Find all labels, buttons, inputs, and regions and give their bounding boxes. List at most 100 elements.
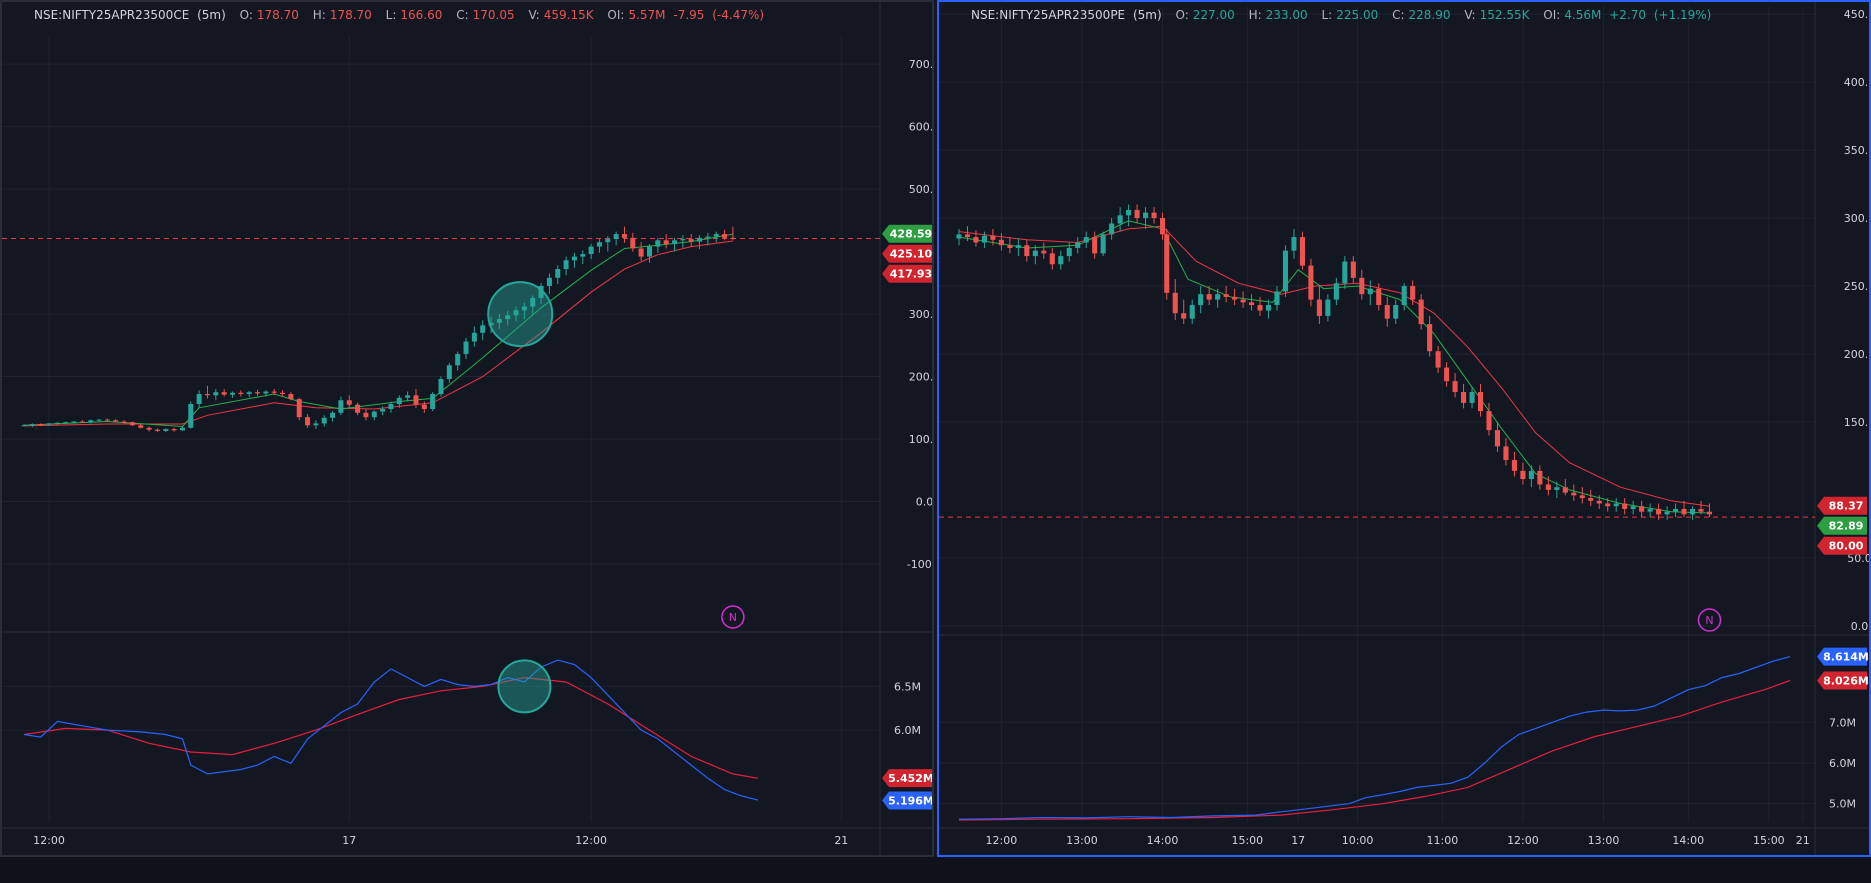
put-high-label: H: bbox=[1248, 8, 1262, 22]
put-price-badge: 80.00 bbox=[1829, 540, 1864, 553]
put-candle-body bbox=[1316, 299, 1322, 316]
put-candle-body bbox=[1109, 223, 1115, 235]
put-price-badge: 88.37 bbox=[1829, 500, 1864, 513]
put-low: 225.00 bbox=[1336, 8, 1379, 22]
call-candle-body bbox=[238, 392, 244, 395]
call-candle-body bbox=[571, 256, 577, 261]
call-close: 170.05 bbox=[472, 8, 515, 22]
put-candle-body bbox=[1015, 245, 1021, 248]
put-time-tick: 15:00 bbox=[1753, 834, 1785, 847]
put-ema-slow-line bbox=[958, 225, 1710, 507]
call-candle-body bbox=[705, 236, 711, 238]
put-candle-body bbox=[1058, 256, 1064, 265]
call-candle-body bbox=[313, 423, 319, 426]
call-candle-body bbox=[688, 239, 694, 242]
put-candle-body bbox=[1100, 234, 1106, 254]
put-low-label: L: bbox=[1321, 8, 1333, 22]
put-ema-fast-line bbox=[958, 220, 1710, 514]
put-osc-signal-line bbox=[958, 679, 1791, 821]
put-candle-body bbox=[1664, 511, 1670, 515]
put-candle-body bbox=[1647, 508, 1653, 512]
call-candle-body bbox=[280, 392, 286, 395]
call-price-badge: 425.10 bbox=[890, 248, 932, 261]
chart-pane-call[interactable]: 700.00 600.00 500.00 300.00 200.00 100.00 0.00… bbox=[0, 0, 934, 857]
call-candle-body bbox=[421, 404, 427, 410]
put-candle-body bbox=[1418, 299, 1424, 325]
put-price-tick: 150.00 bbox=[1844, 416, 1869, 429]
call-volume: 459.15K bbox=[543, 8, 594, 22]
put-candle-body bbox=[1206, 294, 1212, 300]
call-candle-body bbox=[621, 234, 627, 238]
put-ohlc-legend: NSE:NIFTY25APR23500PE (5m) O: 227.00 H: 23… bbox=[971, 8, 1715, 22]
put-candle-body bbox=[1274, 291, 1280, 306]
put-candle-body bbox=[1092, 237, 1098, 254]
chart-pane-put[interactable]: 450.00 400.00 350.00 300.00 250.00 200.00 150.… bbox=[937, 0, 1871, 857]
put-candle-body bbox=[1367, 288, 1373, 295]
put-candle-body bbox=[1486, 411, 1492, 431]
put-time-tick: 21 bbox=[1796, 834, 1810, 847]
call-candle-body bbox=[555, 269, 561, 278]
call-low-label: L: bbox=[385, 8, 397, 22]
call-symbol: NSE:NIFTY25APR23500CE bbox=[34, 8, 190, 22]
put-candle-body bbox=[1427, 324, 1433, 352]
call-candle-body bbox=[63, 422, 69, 424]
call-candle-body bbox=[663, 240, 669, 245]
put-candle-body bbox=[1384, 305, 1390, 319]
call-time-tick: 17 bbox=[342, 834, 356, 847]
put-candle-body bbox=[1032, 250, 1038, 257]
put-time-tick: 13:00 bbox=[1588, 834, 1620, 847]
call-candle-body bbox=[463, 341, 469, 355]
put-candle-body bbox=[1681, 508, 1687, 515]
put-time-tick: 15:00 bbox=[1231, 834, 1263, 847]
put-candle-body bbox=[1342, 261, 1348, 284]
put-candle-body bbox=[1630, 506, 1636, 509]
put-high: 233.00 bbox=[1265, 8, 1308, 22]
put-osc-badge: 8.614M bbox=[1823, 651, 1869, 664]
put-candle-body bbox=[1554, 487, 1560, 490]
call-candle-body bbox=[188, 404, 194, 428]
call-time-tick: 21 bbox=[834, 834, 848, 847]
put-candle-body bbox=[1083, 237, 1089, 243]
put-chart-svg[interactable]: 450.00 400.00 350.00 300.00 250.00 200.00 150.… bbox=[939, 2, 1869, 855]
bottom-strip bbox=[0, 857, 1871, 883]
put-candle-body bbox=[1494, 430, 1501, 447]
put-candle-body bbox=[1333, 283, 1339, 300]
put-candle-body bbox=[1007, 245, 1013, 248]
put-candle-body bbox=[973, 237, 979, 243]
call-oi: 5.57M bbox=[628, 8, 666, 22]
call-candle-body bbox=[371, 411, 377, 418]
call-candle-body bbox=[196, 394, 202, 405]
call-candle-body bbox=[388, 404, 394, 410]
call-price-tick: 200.00 bbox=[909, 371, 932, 384]
put-candle-body bbox=[1240, 299, 1246, 303]
put-candle-body bbox=[1223, 294, 1229, 297]
put-candle-body bbox=[1596, 500, 1602, 504]
call-candle-body bbox=[179, 427, 185, 431]
call-candle-body bbox=[104, 419, 110, 421]
call-candle-body bbox=[146, 427, 152, 430]
put-price-tick: 200.00 bbox=[1844, 348, 1869, 361]
put-candle-body bbox=[1249, 302, 1255, 306]
call-chart-svg[interactable]: 700.00 600.00 500.00 300.00 200.00 100.00 0.00… bbox=[2, 2, 932, 855]
put-candle-body bbox=[1452, 381, 1458, 393]
put-candle-body bbox=[990, 235, 996, 240]
put-candle-body bbox=[1503, 446, 1509, 461]
call-candle-body bbox=[79, 421, 85, 423]
put-change-pct: (+1.19%) bbox=[1653, 8, 1712, 22]
put-candle-body bbox=[1325, 299, 1331, 316]
put-price-tick: 350.00 bbox=[1844, 144, 1869, 157]
call-open: 178.70 bbox=[256, 8, 299, 22]
put-candle-body bbox=[1181, 313, 1187, 319]
put-candle-body bbox=[1562, 487, 1568, 493]
put-candle-body bbox=[1134, 209, 1140, 219]
call-price-badge: 417.93 bbox=[890, 268, 932, 281]
call-candle-body bbox=[88, 420, 94, 423]
call-high: 178.70 bbox=[329, 8, 372, 22]
put-change: +2.70 bbox=[1609, 8, 1646, 22]
put-candle-body bbox=[1066, 247, 1072, 257]
put-oi-label: OI: bbox=[1543, 8, 1561, 22]
call-candle-body bbox=[338, 400, 344, 413]
call-candle-body bbox=[263, 391, 269, 394]
call-candle-body bbox=[21, 425, 27, 427]
call-candle-body bbox=[446, 365, 452, 380]
